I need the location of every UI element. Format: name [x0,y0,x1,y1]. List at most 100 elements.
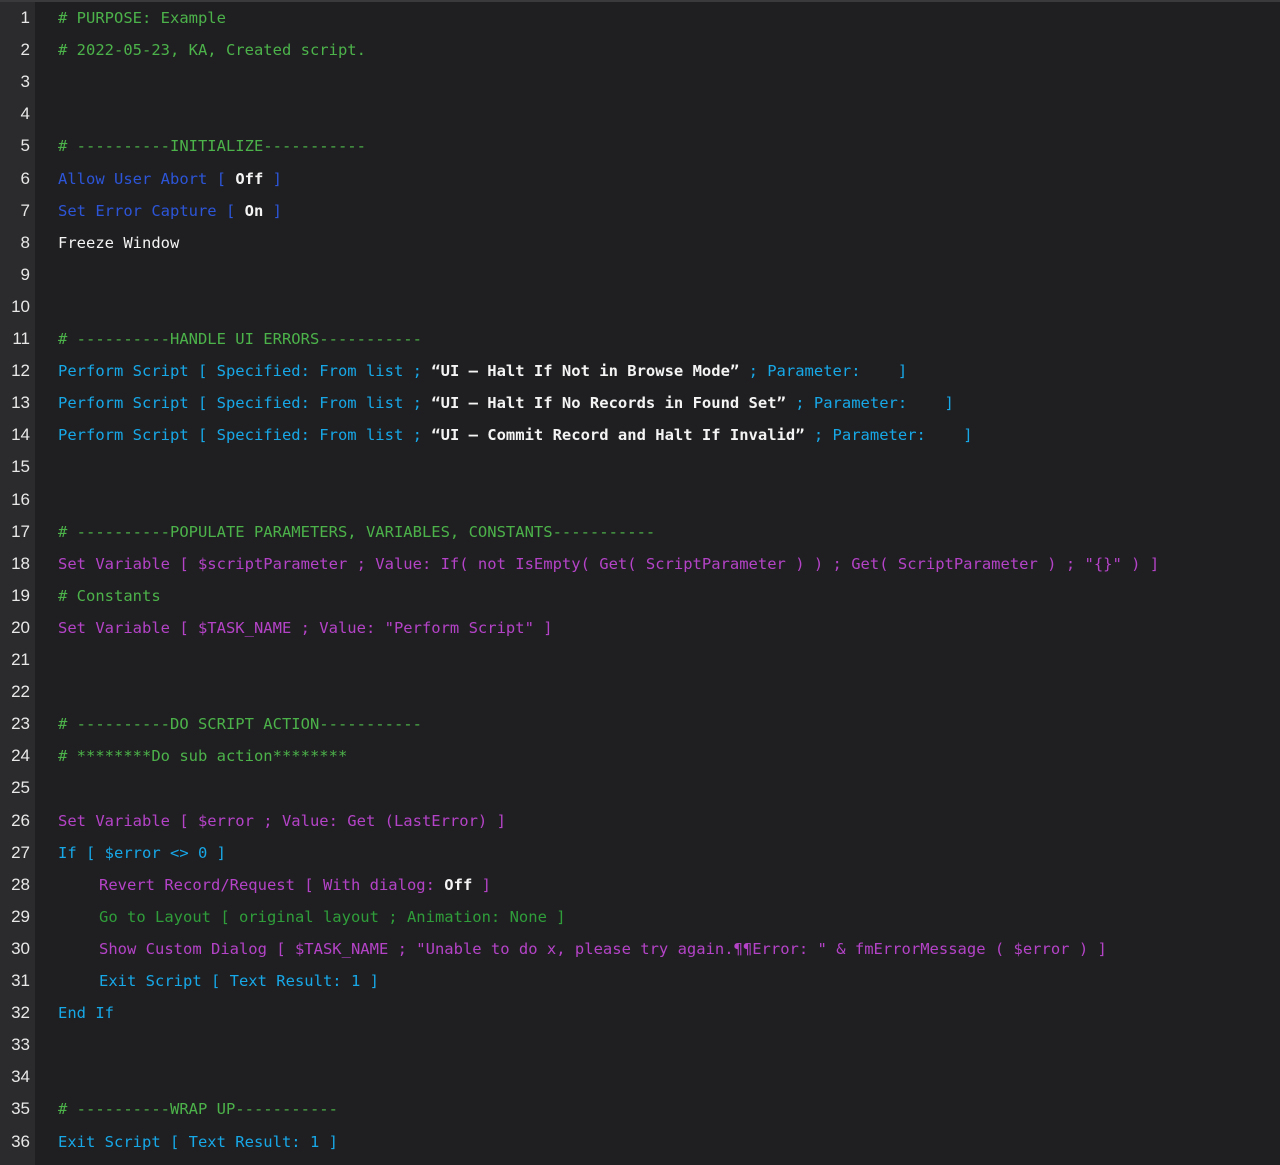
script-step-row[interactable]: 34 [11,1061,1280,1093]
script-step-row[interactable]: 21 [11,644,1280,676]
script-step-text: # ----------WRAP UP----------- [58,1093,338,1125]
script-step-row[interactable]: 19 # Constants [11,580,1280,612]
script-step-row[interactable]: 9 [21,259,1280,291]
line-number: 10 [11,296,30,316]
script-step-row[interactable]: 7 Set Error Capture [ On ] [21,195,1280,227]
script-step-row[interactable]: 27 If [ $error <> 0 ] [11,837,1280,869]
code-token: “UI – Halt If No Records in Found Set” [431,394,786,413]
script-step-text: Perform Script [ Specified: From list ; … [58,387,954,419]
script-step-row[interactable]: 10 [11,291,1280,323]
script-step-row[interactable]: 18 Set Variable [ $scriptParameter ; Valu… [11,548,1280,580]
line-number: 23 [11,714,30,734]
script-step-row[interactable]: 4 [21,98,1280,130]
code-token: Exit Script [ Text Result: 1 ] [99,972,379,990]
script-step-text: Allow User Abort [ Off ] [58,163,282,195]
line-number: 29 [11,906,30,926]
code-token: Set Variable [ $scriptParameter ; Value:… [58,554,1160,573]
script-step-text: Set Variable [ $scriptParameter ; Value:… [58,548,1159,580]
script-step-row[interactable]: 17 # ----------POPULATE PARAMETERS, VARIA… [11,516,1280,548]
line-number: 11 [12,329,30,348]
script-step-row[interactable]: 2 # 2022-05-23, KA, Created script. [21,34,1280,66]
script-step-text: # Constants [58,580,161,612]
line-number: 27 [11,842,30,862]
code-token: ; Parameter: ] [785,394,954,413]
line-number: 6 [20,168,30,188]
script-step-row[interactable]: 22 [11,676,1280,708]
line-number: 36 [11,1131,30,1151]
script-step-row[interactable]: 29 Go to Layout [ original layout ; Anima… [11,901,1280,933]
script-step-row[interactable]: 14 Perform Script [ Specified: From list … [11,419,1280,451]
line-number: 31 [11,971,30,990]
script-step-row[interactable]: 24 # ********Do sub action******** [11,740,1280,772]
script-step-text: # ********Do sub action******** [58,740,347,772]
script-step-text: # ----------DO SCRIPT ACTION----------- [58,708,422,740]
script-step-row[interactable]: 3 [21,66,1280,98]
script-step-row[interactable]: 11 # ----------HANDLE UI ERRORS----------… [12,323,1280,355]
line-number: 30 [11,938,30,958]
line-number: 9 [20,264,30,284]
script-step-text: Perform Script [ Specified: From list ; … [58,355,907,387]
code-token: Set Error Capture [ [58,201,245,220]
code-token: “UI – Commit Record and Halt If Invalid” [431,426,805,445]
script-step-text: Set Error Capture [ On ] [58,195,282,227]
script-step-text: Exit Script [ Text Result: 1 ] [99,965,379,997]
comment-text: # ----------HANDLE UI ERRORS----------- [58,330,422,348]
line-number: 34 [11,1067,30,1087]
line-number: 1 [20,8,30,27]
line-number: 18 [11,553,30,573]
line-number: 5 [20,136,30,156]
line-number: 22 [11,682,30,702]
code-token: Freeze Window [58,233,180,252]
script-step-row[interactable]: 32 End If [11,997,1280,1029]
script-step-row[interactable]: 13 Perform Script [ Specified: From list … [11,387,1280,419]
comment-text: # PURPOSE: Example [58,9,226,27]
script-step-row[interactable]: 20 Set Variable [ $TASK_NAME ; Value: "Pe… [11,612,1280,644]
code-token: If [ $error <> 0 ] [58,843,226,862]
script-step-row[interactable]: 5 # ----------INITIALIZE----------- [21,130,1280,162]
script-step-row[interactable]: 33 [11,1029,1280,1061]
script-step-row[interactable]: 30 Show Custom Dialog [ $TASK_NAME ; "Una… [11,933,1280,965]
line-number: 14 [11,425,30,445]
line-number: 20 [11,617,30,637]
script-step-text: # PURPOSE: Example [58,2,226,34]
script-step-row[interactable]: 23 # ----------DO SCRIPT ACTION----------… [11,708,1280,740]
code-token: ] [472,875,491,894]
line-number: 26 [11,810,30,830]
script-step-text: Show Custom Dialog [ $TASK_NAME ; "Unabl… [99,933,1107,965]
script-step-text: Go to Layout [ original layout ; Animati… [99,901,566,933]
code-token: Off [235,169,264,188]
script-step-row[interactable]: 36 Exit Script [ Text Result: 1 ] [11,1126,1280,1158]
script-step-row[interactable]: 12 Perform Script [ Specified: From list … [11,355,1280,387]
line-number: 4 [20,104,30,124]
script-step-row[interactable]: 8 Freeze Window [21,227,1280,259]
script-step-row[interactable]: 15 [11,451,1280,483]
code-token: “UI – Halt If Not in Browse Mode” [431,362,740,381]
line-number: 35 [11,1099,30,1119]
script-step-row[interactable]: 25 [11,772,1280,804]
script-step-text: Set Variable [ $TASK_NAME ; Value: "Perf… [58,612,553,644]
line-number: 32 [11,1003,30,1023]
script-step-row[interactable]: 35 # ----------WRAP UP----------- [11,1093,1280,1125]
script-step-text: # ----------POPULATE PARAMETERS, VARIABL… [58,516,655,548]
line-number: 13 [11,393,30,413]
script-step-row[interactable]: 1 # PURPOSE: Example [21,2,1280,34]
script-step-text: # ----------HANDLE UI ERRORS----------- [58,323,422,355]
script-step-row[interactable]: 16 [11,484,1280,516]
script-step-row[interactable]: 31 Exit Script [ Text Result: 1 ] [11,965,1280,997]
script-step-row[interactable]: 28 Revert Record/Request [ With dialog: O… [11,869,1280,901]
script-lines: 1 # PURPOSE: Example 2 # 2022-05-23, KA, Cr… [11,2,1280,1165]
line-number: 28 [11,874,30,894]
script-step-row[interactable]: 26 Set Variable [ $error ; Value: Get (La… [11,805,1280,837]
script-step-row[interactable]: 6 Allow User Abort [ Off ] [21,163,1280,195]
code-token: Revert Record/Request [ With dialog: [99,875,445,894]
line-number: 2 [20,40,30,60]
script-step-text: Revert Record/Request [ With dialog: Off… [99,869,491,901]
code-token: Perform Script [ Specified: From list ; [58,362,432,381]
script-editor[interactable]: 1 # PURPOSE: Example 2 # 2022-05-23, KA, Cr… [0,0,1280,1165]
comment-text: # ----------DO SCRIPT ACTION----------- [58,715,422,734]
code-token: Exit Script [ Text Result: 1 ] [58,1132,338,1151]
script-step-text: End If [58,997,114,1029]
code-token: Allow User Abort [ [58,169,236,188]
code-token: Go to Layout [ original layout ; Animati… [99,907,566,926]
code-token: Perform Script [ Specified: From list ; [58,426,432,445]
